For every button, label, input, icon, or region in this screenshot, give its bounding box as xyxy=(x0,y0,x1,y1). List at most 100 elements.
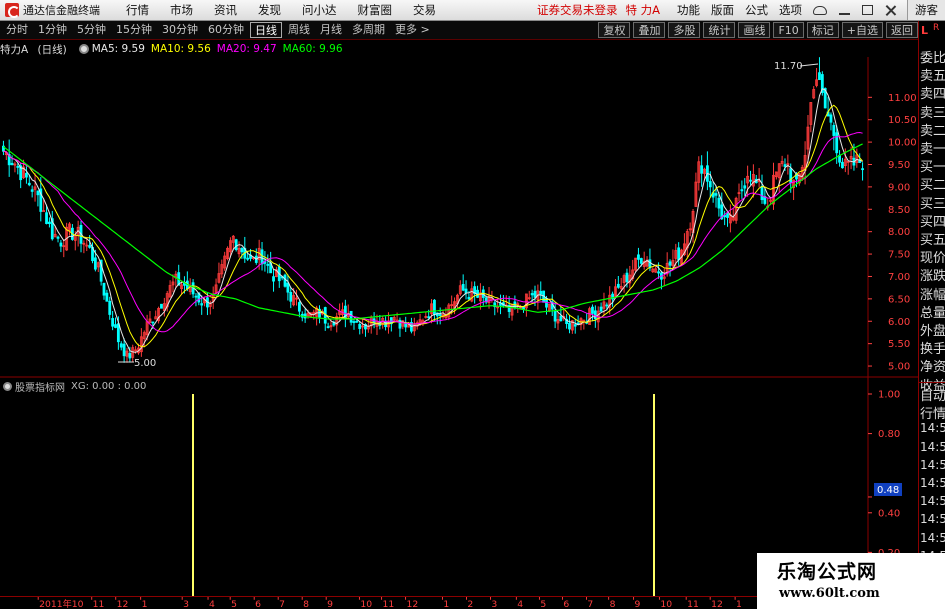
candle-body xyxy=(835,132,839,154)
date-tick-label: 9 xyxy=(327,599,333,609)
date-tick-label: 8 xyxy=(303,599,309,609)
candle-body xyxy=(10,162,14,166)
sub-tick-label: 1.00 xyxy=(878,390,900,401)
candle-body xyxy=(398,319,402,329)
period-tab[interactable]: 多周期 xyxy=(348,22,389,38)
date-tick-label: 11 xyxy=(687,599,699,609)
kline-chart[interactable]: 11.00 10.50 10.00 9.50 9.00 8.50 8.00 7.50 7.00 6… xyxy=(0,40,918,596)
date-tick-label: 10 xyxy=(360,599,372,609)
f10-button[interactable]: F10 xyxy=(773,22,804,38)
menu-news[interactable]: 资讯 xyxy=(214,2,237,18)
menu-function[interactable]: 功能 xyxy=(677,2,700,18)
add-favorite-button[interactable]: +自选 xyxy=(841,22,883,38)
mark-button[interactable]: 标记 xyxy=(806,22,839,38)
low-marker-label: 5.00 xyxy=(134,358,156,369)
date-tick-label: 5 xyxy=(231,599,237,609)
period-tab[interactable]: 60分钟 xyxy=(204,22,248,38)
quote-field-label: 卖一 xyxy=(920,142,945,157)
quote-field-label: 卖五 xyxy=(920,69,945,85)
period-tab[interactable]: 月线 xyxy=(316,22,346,38)
candle-body xyxy=(240,247,244,253)
period-tab[interactable]: 分时 xyxy=(2,22,32,38)
gear-icon[interactable] xyxy=(78,44,89,54)
candle-body xyxy=(122,343,126,357)
back-button[interactable]: 返回 xyxy=(886,22,918,38)
price-tick-label: 5.00 xyxy=(888,362,910,373)
candle-body xyxy=(36,190,40,196)
quote-field-label: 换手 xyxy=(920,342,945,358)
menu-ask[interactable]: 问小达 xyxy=(302,2,337,18)
candle-body xyxy=(616,283,620,288)
period-tab[interactable]: 30分钟 xyxy=(158,22,202,38)
date-tick-label: 4 xyxy=(517,599,523,609)
sub-current-value: 0.48 xyxy=(877,485,899,496)
candle-body xyxy=(272,276,275,282)
candle-body xyxy=(461,284,465,291)
quote-field-label: 买五 xyxy=(920,233,945,248)
date-tick-label: 1 xyxy=(142,599,148,609)
tick-time: 14:50 xyxy=(920,494,945,509)
candle-body xyxy=(591,306,594,314)
ma20-line xyxy=(3,131,863,333)
date-tick-label: 6 xyxy=(255,599,261,609)
date-tick-label: 2011年10 xyxy=(39,598,84,609)
date-tick-label: 5 xyxy=(540,599,546,609)
adjust-button[interactable]: 复权 xyxy=(598,22,631,38)
candle-body xyxy=(637,254,640,260)
menu-formula[interactable]: 公式 xyxy=(745,2,768,18)
maximize-icon[interactable] xyxy=(862,5,873,15)
candle-body xyxy=(573,324,577,327)
menu-discover[interactable]: 发现 xyxy=(258,2,281,18)
period-tab[interactable]: 1分钟 xyxy=(34,22,71,38)
date-tick-label: 6 xyxy=(563,599,569,609)
date-tick-label: 9 xyxy=(635,599,641,609)
minimize-icon[interactable] xyxy=(838,4,851,17)
menu-trade[interactable]: 交易 xyxy=(413,2,436,18)
high-marker-label: 11.70 xyxy=(774,61,803,72)
panel-divider xyxy=(919,382,945,383)
quote-field-label: 买二 xyxy=(920,178,945,194)
candle-body xyxy=(246,257,250,260)
quote-field-label: 涨幅 xyxy=(920,287,945,303)
menu-market[interactable]: 市场 xyxy=(170,2,193,18)
multi-stock-button[interactable]: 多股 xyxy=(668,22,701,38)
candle-body xyxy=(760,185,764,201)
overlay-button[interactable]: 叠加 xyxy=(633,22,666,38)
guest-button[interactable]: 游客 xyxy=(907,0,945,20)
period-tab[interactable]: 周线 xyxy=(284,22,314,38)
panel-left-letter[interactable]: L xyxy=(921,24,928,37)
menu-options[interactable]: 选项 xyxy=(779,2,802,18)
menu-layout[interactable]: 版面 xyxy=(711,2,734,18)
price-tick-label: 11.00 xyxy=(888,93,917,104)
sub-legend: 股票指标网 XG: 0.00 : 0.00 xyxy=(0,379,146,394)
quote-field-label: 买三 xyxy=(920,196,945,212)
draw-button[interactable]: 画线 xyxy=(738,22,771,38)
price-tick-label: 10.00 xyxy=(888,138,917,149)
candle-body xyxy=(464,288,468,294)
candle-body xyxy=(433,299,436,315)
candle-body xyxy=(289,292,293,302)
tick-time: 14:50 xyxy=(920,476,945,490)
menu-quotes[interactable]: 行情 xyxy=(126,2,149,18)
period-tab[interactable]: 15分钟 xyxy=(112,22,156,38)
gear-icon[interactable] xyxy=(3,381,12,391)
period-tab-daily[interactable]: 日线 xyxy=(250,22,282,38)
period-tab[interactable]: 5分钟 xyxy=(73,22,110,38)
ma20-value: MA20: 9.47 xyxy=(216,43,277,55)
price-tick-label: 9.50 xyxy=(888,160,910,171)
menu-wealth[interactable]: 财富圈 xyxy=(358,2,393,18)
login-notice[interactable]: 证券交易未登录 xyxy=(537,2,618,18)
price-tick-label: 8.50 xyxy=(888,205,910,216)
stats-button[interactable]: 统计 xyxy=(703,22,736,38)
period-more[interactable]: 更多 > xyxy=(391,22,434,38)
panel-right-letter[interactable]: R xyxy=(933,23,939,33)
candle-body xyxy=(427,316,431,319)
candle-body xyxy=(194,295,198,298)
close-icon[interactable] xyxy=(884,4,897,17)
cloud-icon[interactable] xyxy=(813,5,827,15)
main-legend: 特力A (日线) MA5: 9.59 MA10: 9.56 MA20: 9.47… xyxy=(0,41,349,57)
candle-body xyxy=(639,258,643,264)
candle-body xyxy=(861,168,864,171)
auto-quote-label: 自动 xyxy=(920,389,945,404)
candle-body xyxy=(160,303,163,309)
